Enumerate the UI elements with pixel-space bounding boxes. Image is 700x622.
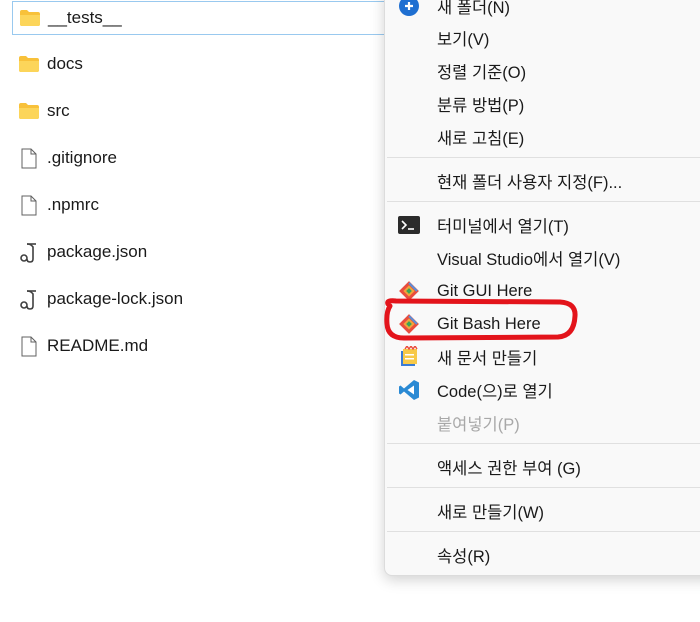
file-item-npmrc[interactable]: .npmrc bbox=[12, 187, 384, 223]
file-item-package-json[interactable]: package.json bbox=[12, 234, 384, 270]
menu-label: 분류 방법(P) bbox=[437, 97, 525, 115]
file-name: .npmrc bbox=[47, 195, 99, 214]
menu-label: 정렬 기준(O) bbox=[437, 64, 527, 82]
document-icon bbox=[18, 147, 40, 169]
menu-separator bbox=[387, 531, 700, 532]
menu-item-sort-by[interactable]: 정렬 기준(O) bbox=[385, 55, 700, 87]
json-file-icon bbox=[18, 241, 40, 263]
menu-item-git-bash-here[interactable]: Git Bash Here bbox=[385, 308, 700, 340]
file-item-tests-folder[interactable]: __tests__ bbox=[12, 1, 384, 35]
menu-label: 터미널에서 열기(T) bbox=[437, 218, 569, 236]
git-icon bbox=[397, 312, 421, 336]
menu-label: Code(으)로 열기 bbox=[437, 383, 553, 401]
file-list: __tests__ docs src .gitignore .npmrc pac… bbox=[0, 0, 384, 622]
menu-label: 붙여넣기(P) bbox=[437, 416, 520, 434]
menu-label: 속성(R) bbox=[437, 548, 491, 566]
file-name: README.md bbox=[47, 336, 149, 355]
menu-item-git-gui-here[interactable]: Git GUI Here bbox=[385, 275, 700, 307]
menu-label: 새 폴더(N) bbox=[437, 0, 511, 17]
menu-label: Visual Studio에서 열기(V) bbox=[437, 251, 621, 269]
menu-separator bbox=[387, 443, 700, 444]
file-item-docs-folder[interactable]: docs bbox=[12, 46, 384, 82]
folder-icon bbox=[19, 7, 41, 29]
menu-item-group-by[interactable]: 분류 방법(P) bbox=[385, 88, 700, 120]
menu-item-paste[interactable]: 붙여넣기(P) bbox=[385, 407, 700, 439]
file-item-readme[interactable]: README.md bbox=[12, 328, 384, 364]
file-item-package-lock-json[interactable]: package-lock.json bbox=[12, 281, 384, 317]
menu-label: Git GUI Here bbox=[437, 281, 533, 300]
menu-label: Git Bash Here bbox=[437, 314, 541, 333]
document-icon bbox=[18, 335, 40, 357]
menu-item-refresh[interactable]: 새로 고침(E) bbox=[385, 121, 700, 153]
menu-item-open-in-visual-studio[interactable]: Visual Studio에서 열기(V) bbox=[385, 242, 700, 274]
menu-item-customize-folder[interactable]: 현재 폴더 사용자 지정(F)... bbox=[385, 165, 700, 197]
menu-item-properties[interactable]: 속성(R) bbox=[385, 539, 700, 571]
menu-label: 새로 만들기(W) bbox=[437, 504, 545, 522]
json-file-icon bbox=[18, 288, 40, 310]
file-name: package-lock.json bbox=[47, 289, 184, 308]
file-name: package.json bbox=[47, 242, 148, 261]
menu-item-open-in-terminal[interactable]: 터미널에서 열기(T) bbox=[385, 209, 700, 241]
menu-separator bbox=[387, 157, 700, 158]
file-name: docs bbox=[47, 54, 83, 73]
file-item-src-folder[interactable]: src bbox=[12, 93, 384, 129]
menu-item-view[interactable]: 보기(V) bbox=[385, 22, 700, 54]
menu-item-new-document[interactable]: 새 문서 만들기 bbox=[385, 341, 700, 373]
menu-item-new[interactable]: 새로 만들기(W) bbox=[385, 495, 700, 527]
terminal-icon bbox=[397, 213, 421, 237]
menu-label: 현재 폴더 사용자 지정(F)... bbox=[437, 174, 623, 192]
document-icon bbox=[18, 194, 40, 216]
file-name: __tests__ bbox=[48, 8, 122, 27]
folder-icon bbox=[18, 53, 40, 75]
menu-label: 새로 고침(E) bbox=[437, 130, 525, 148]
menu-item-new-folder[interactable]: 새 폴더(N) bbox=[385, 0, 700, 22]
file-name: src bbox=[47, 101, 70, 120]
menu-item-open-with-code[interactable]: Code(으)로 열기 bbox=[385, 374, 700, 406]
file-name: .gitignore bbox=[47, 148, 117, 167]
menu-label: 새 문서 만들기 bbox=[437, 350, 538, 368]
new-document-icon bbox=[397, 345, 421, 369]
context-menu: 새 폴더(N) 보기(V) 정렬 기준(O) 분류 방법(P) 새로 고침(E)… bbox=[384, 0, 700, 576]
menu-separator bbox=[387, 487, 700, 488]
new-folder-icon bbox=[397, 0, 421, 18]
menu-label: 보기(V) bbox=[437, 31, 490, 49]
menu-item-give-access[interactable]: 액세스 권한 부여 (G) bbox=[385, 451, 700, 483]
folder-icon bbox=[18, 100, 40, 122]
file-item-gitignore[interactable]: .gitignore bbox=[12, 140, 384, 176]
menu-label: 액세스 권한 부여 (G) bbox=[437, 460, 581, 478]
menu-separator bbox=[387, 201, 700, 202]
vscode-icon bbox=[397, 378, 421, 402]
git-icon bbox=[397, 279, 421, 303]
